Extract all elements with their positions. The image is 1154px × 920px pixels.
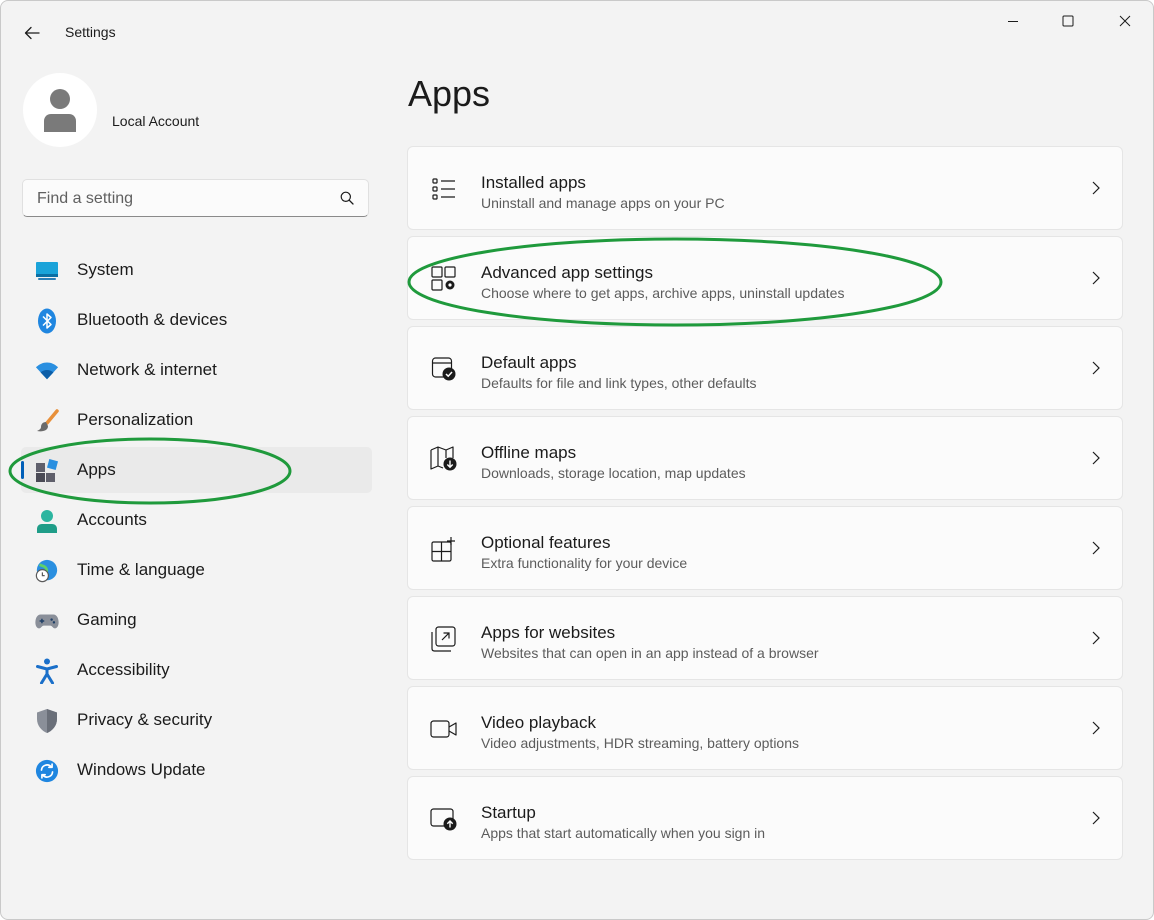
sidebar-item-label: Accessibility [77, 660, 170, 679]
card-title: Advanced app settings [481, 263, 654, 282]
maximize-icon [1062, 15, 1074, 27]
card-title: Offline maps [481, 443, 577, 462]
back-arrow-icon [24, 26, 40, 40]
chevron-right-icon [1092, 811, 1100, 825]
page-title: Apps [408, 73, 491, 114]
settings-window: Settings Local Account Find a setting Sy… [0, 0, 1154, 920]
sidebar-item-system[interactable]: System [21, 247, 372, 293]
startup-icon [430, 805, 458, 833]
sidebar-item-accounts[interactable]: Accounts [21, 497, 372, 543]
account-name: Local Account [112, 113, 200, 129]
sidebar-item-label: System [77, 260, 134, 279]
sidebar-item-personalization[interactable]: Personalization [21, 397, 372, 443]
app-gear-icon [430, 265, 458, 293]
user-icon [44, 89, 76, 132]
close-button[interactable] [1097, 1, 1153, 41]
accessibility-icon [35, 658, 59, 684]
sidebar-nav: System Bluetooth & devices Network & int… [21, 247, 372, 797]
avatar[interactable] [23, 73, 97, 147]
list-icon [430, 175, 458, 203]
chevron-right-icon [1092, 631, 1100, 645]
card-installed-apps[interactable]: Installed apps Uninstall and manage apps… [407, 146, 1123, 230]
title-bar: Settings [1, 1, 1153, 63]
card-description: Defaults for file and link types, other … [481, 375, 757, 391]
sidebar-item-bluetooth[interactable]: Bluetooth & devices [21, 297, 372, 343]
wifi-icon [35, 359, 59, 383]
search-box[interactable] [22, 179, 369, 218]
chevron-right-icon [1092, 541, 1100, 555]
card-description: Extra functionality for your device [481, 555, 688, 571]
minimize-icon [1008, 21, 1018, 22]
open-in-app-icon [430, 625, 458, 653]
bluetooth-icon [35, 308, 59, 334]
minimize-button[interactable] [985, 1, 1041, 41]
sidebar-item-label: Network & internet [77, 360, 217, 379]
app-title: Settings [65, 24, 116, 40]
card-description: Apps that start automatically when you s… [481, 825, 766, 841]
card-video-playback[interactable]: Video playback Video adjustments, HDR st… [407, 686, 1123, 770]
sidebar-item-label: Windows Update [77, 760, 206, 779]
shield-icon [35, 709, 59, 733]
chevron-right-icon [1092, 361, 1100, 375]
sidebar-item-label: Bluetooth & devices [77, 310, 228, 329]
chevron-right-icon [1092, 451, 1100, 465]
sidebar-item-time-language[interactable]: Time & language [21, 547, 372, 593]
card-offline-maps[interactable]: Offline maps Downloads, storage location… [407, 416, 1123, 500]
card-title: Installed apps [481, 173, 586, 192]
chevron-right-icon [1092, 271, 1100, 285]
sidebar-item-label: Time & language [77, 560, 205, 579]
sidebar-item-label: Apps [77, 460, 116, 479]
globe-clock-icon [35, 559, 59, 583]
sidebar-item-apps[interactable]: Apps [21, 447, 372, 493]
card-description: Uninstall and manage apps on your PC [481, 195, 725, 211]
video-icon [430, 715, 458, 743]
sidebar-item-label: Personalization [77, 410, 194, 429]
card-description: Downloads, storage location, map updates [481, 465, 746, 481]
close-icon [1119, 15, 1131, 27]
map-download-icon [430, 445, 458, 473]
person-icon [35, 509, 59, 533]
card-apps-for-websites[interactable]: Apps for websites Websites that can open… [407, 596, 1123, 680]
sidebar-item-privacy-security[interactable]: Privacy & security [21, 697, 372, 743]
card-title: Video playback [481, 713, 596, 732]
card-startup[interactable]: Startup Apps that start automatically wh… [407, 776, 1123, 860]
chevron-right-icon [1092, 721, 1100, 735]
back-button[interactable] [15, 19, 49, 47]
sidebar-item-network[interactable]: Network & internet [21, 347, 372, 393]
settings-card-list: Installed apps Uninstall and manage apps… [407, 146, 1123, 866]
card-default-apps[interactable]: Default apps Defaults for file and link … [407, 326, 1123, 410]
card-advanced-app-settings[interactable]: Advanced app settings Choose where to ge… [407, 236, 1123, 320]
grid-add-icon [430, 535, 458, 563]
card-title: Apps for websites [481, 623, 616, 642]
gamepad-icon [35, 609, 59, 633]
maximize-button[interactable] [1040, 1, 1096, 41]
paintbrush-icon [35, 409, 59, 433]
search-icon[interactable] [340, 191, 354, 205]
card-title: Startup [481, 803, 536, 822]
card-description: Websites that can open in an app instead… [481, 645, 819, 661]
sidebar-item-label: Gaming [77, 610, 137, 629]
sidebar-item-accessibility[interactable]: Accessibility [21, 647, 372, 693]
card-title: Default apps [481, 353, 577, 372]
search-input[interactable] [35, 180, 329, 218]
chevron-right-icon [1092, 181, 1100, 195]
sidebar-item-gaming[interactable]: Gaming [21, 597, 372, 643]
sidebar-item-label: Privacy & security [77, 710, 213, 729]
apps-icon [35, 459, 59, 483]
card-description: Choose where to get apps, archive apps, … [481, 285, 845, 301]
card-optional-features[interactable]: Optional features Extra functionality fo… [407, 506, 1123, 590]
selection-indicator [21, 461, 24, 479]
sync-icon [35, 759, 59, 783]
sidebar-item-label: Accounts [77, 510, 147, 529]
monitor-icon [35, 259, 59, 283]
card-description: Video adjustments, HDR streaming, batter… [481, 735, 800, 751]
card-title: Optional features [481, 533, 611, 552]
default-app-icon [430, 355, 458, 383]
sidebar-item-windows-update[interactable]: Windows Update [21, 747, 372, 793]
